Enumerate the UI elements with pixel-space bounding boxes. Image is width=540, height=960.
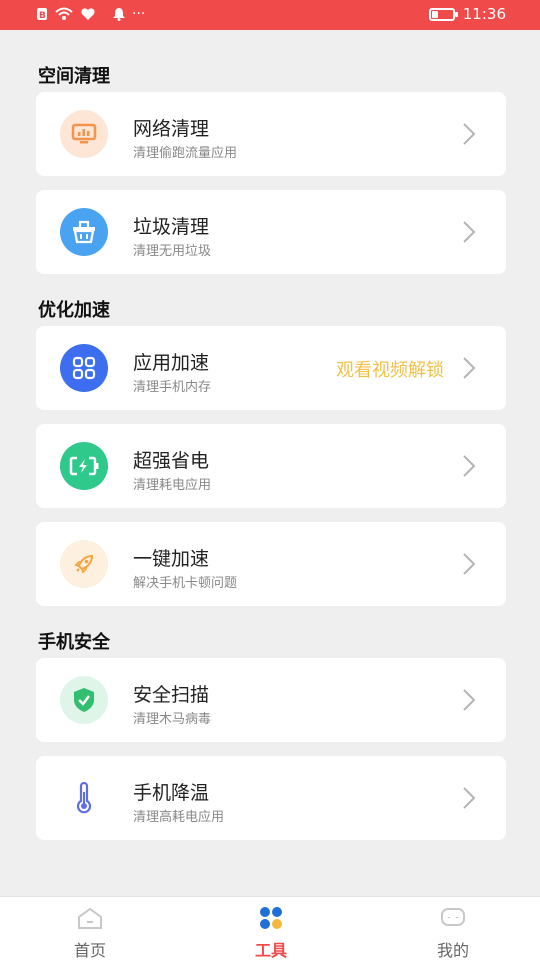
status-bar: B ··· 11:36	[0, 0, 540, 30]
thermometer-icon	[60, 774, 108, 822]
card-app-boost[interactable]: 应用加速 清理手机内存 观看视频解锁	[36, 326, 506, 410]
card-subtitle: 清理高耗电应用	[133, 810, 225, 825]
card-power-saving[interactable]: 超强省电 清理耗电应用	[36, 424, 506, 508]
card-security-scan[interactable]: 安全扫描 清理木马病毒	[36, 658, 506, 742]
profile-icon	[441, 908, 465, 926]
card-title: 超强省电	[133, 450, 210, 472]
status-more-dots: ···	[132, 6, 146, 22]
section-title-space-clean: 空间清理	[38, 66, 110, 87]
card-subtitle: 清理无用垃圾	[133, 244, 212, 259]
nav-item-tools[interactable]: 工具	[221, 897, 321, 960]
card-subtitle: 清理木马病毒	[133, 712, 212, 727]
card-subtitle: 清理偷跑流量应用	[133, 146, 238, 161]
card-title: 垃圾清理	[133, 216, 210, 238]
card-phone-cooling[interactable]: 手机降温 清理高耗电应用	[36, 756, 506, 840]
chevron-right-icon	[463, 357, 476, 379]
nav-label-home: 首页	[73, 941, 106, 960]
status-icons-right: 11:36	[428, 5, 506, 23]
nav-label-mine: 我的	[436, 941, 469, 960]
wifi-icon	[55, 7, 73, 20]
battery-icon	[428, 7, 458, 21]
status-time: 11:36	[462, 5, 506, 23]
card-title: 应用加速	[133, 352, 210, 374]
chevron-right-icon	[463, 123, 476, 145]
card-subtitle: 清理耗电应用	[133, 478, 212, 493]
chevron-right-icon	[463, 553, 476, 575]
apps-grid-icon	[60, 344, 108, 392]
monitor-icon	[60, 110, 108, 158]
status-icons-left: B ···	[36, 6, 145, 22]
battery-charge-icon	[60, 442, 108, 490]
section-title-optimize: 优化加速	[38, 300, 110, 321]
card-title: 一键加速	[133, 548, 210, 570]
chevron-right-icon	[463, 455, 476, 477]
nav-item-home[interactable]: 首页	[40, 897, 140, 960]
card-title: 安全扫描	[133, 684, 210, 706]
card-junk-clean[interactable]: 垃圾清理 清理无用垃圾	[36, 190, 506, 274]
watch-video-unlock-label[interactable]: 观看视频解锁	[336, 356, 444, 382]
card-title: 网络清理	[133, 118, 210, 140]
heart-icon	[81, 8, 95, 20]
card-subtitle: 清理手机内存	[133, 380, 212, 395]
tools-icon	[260, 907, 282, 929]
card-network-clean[interactable]: 网络清理 清理偷跑流量应用	[36, 92, 506, 176]
chevron-right-icon	[463, 221, 476, 243]
card-one-key-boost[interactable]: 一键加速 解决手机卡顿问题	[36, 522, 506, 606]
sim-icon: B	[37, 8, 47, 21]
nav-label-tools: 工具	[254, 941, 287, 960]
card-subtitle: 解决手机卡顿问题	[133, 576, 238, 591]
bottom-nav: 首页 工具 我的	[0, 896, 540, 960]
shield-check-icon	[60, 676, 108, 724]
svg-text:B: B	[39, 11, 46, 21]
card-title: 手机降温	[133, 782, 210, 804]
chevron-right-icon	[463, 787, 476, 809]
chevron-right-icon	[463, 689, 476, 711]
trash-basket-icon	[60, 208, 108, 256]
home-icon	[78, 907, 102, 929]
rocket-icon	[60, 540, 108, 588]
nav-item-mine[interactable]: 我的	[403, 897, 503, 960]
section-title-phone-security: 手机安全	[38, 632, 110, 653]
notification-bell-icon	[113, 8, 125, 21]
